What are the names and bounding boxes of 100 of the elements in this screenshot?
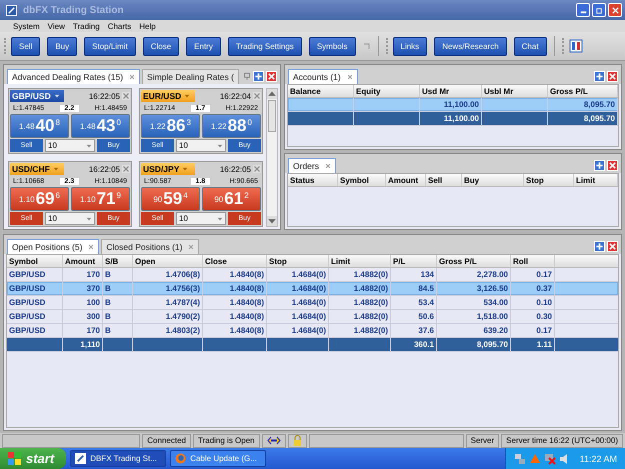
pair-selector[interactable]: GBP/USD [10,90,64,102]
position-row[interactable]: GBP/USD 170 B 1.4706(8) 1.4840(8) 1.4684(0) 1.4882(0) 134 2,278.00 0.17 [7,268,618,282]
toolbar-button[interactable]: Close [142,36,180,56]
scrollbar-thumb[interactable] [268,100,276,132]
close-button[interactable] [607,71,618,82]
menu-item[interactable]: Help [139,22,156,30]
maximize-button[interactable] [594,160,605,171]
tab-close-icon[interactable] [346,74,353,80]
column-header[interactable]: P/L [391,255,437,267]
column-header[interactable]: Status [288,174,338,186]
column-header[interactable]: Close [203,255,267,267]
amount-dropdown[interactable]: 10 [176,139,226,152]
pair-selector[interactable]: USD/JPY [141,163,195,175]
connection-status: Connected [142,434,191,448]
close-icon[interactable] [253,92,261,100]
table-cell: 170 [63,268,103,281]
amount-dropdown[interactable]: 10 [176,212,226,225]
column-header[interactable]: Usd Mr [420,85,482,97]
column-header[interactable]: Balance [288,85,354,97]
tab-close-icon[interactable] [129,74,136,80]
table-cell: 37.6 [391,324,437,337]
taskbar-button[interactable]: Cable Update (G... [170,450,266,467]
maximize-button[interactable] [594,241,605,252]
panel-tab[interactable]: Accounts (1) [288,69,358,84]
panel-tab[interactable]: Advanced Dealing Rates (15) [7,69,140,84]
tab-close-icon[interactable] [188,244,194,250]
maximize-button[interactable] [594,71,605,82]
account-row[interactable]: 11,100.00 8,095.70 [288,112,618,126]
scroll-down-icon[interactable] [267,216,277,226]
menu-item[interactable]: View [48,22,65,30]
maximize-button[interactable] [253,71,264,82]
pair-selector[interactable]: EUR/USD [141,90,195,102]
close-button[interactable] [607,241,618,252]
toolbar-button[interactable]: News/Research [434,36,507,56]
column-header[interactable]: Stop [524,174,574,186]
column-header[interactable]: Symbol [338,174,386,186]
panel-tab[interactable]: Closed Positions (1) [101,239,200,254]
menu-item[interactable]: System [13,22,40,30]
toolbar-button[interactable]: Buy [47,36,78,56]
layout-icon[interactable] [568,39,583,53]
network-icon[interactable] [514,452,526,464]
table-cell: 8,095.70 [548,112,618,125]
column-header[interactable]: Open [133,255,203,267]
pin-icon[interactable] [242,72,251,81]
table-cell: GBP/USD [7,324,63,337]
position-row[interactable]: GBP/USD 100 B 1.4787(4) 1.4840(8) 1.4684(0) 1.4882(0) 53.4 534.00 0.10 [7,296,618,310]
close-icon[interactable] [122,165,130,173]
table-cell: B [103,296,133,309]
tab-close-icon[interactable] [324,163,331,169]
overflow-icon[interactable] [362,42,370,50]
taskbar-button[interactable]: DBFX Trading St... [70,450,166,467]
amount-dropdown[interactable]: 10 [45,139,95,152]
position-row[interactable]: GBP/USD 170 B 1.4803(2) 1.4840(8) 1.4684(0) 1.4882(0) 37.6 639.20 0.17 [7,324,618,338]
account-row[interactable]: 11,100.00 8,095.70 [288,98,618,112]
column-header[interactable]: Roll [511,255,555,267]
close-button[interactable] [266,71,277,82]
column-header[interactable]: Usbl Mr [482,85,548,97]
column-header[interactable]: Buy [462,174,524,186]
toolbar-button[interactable]: Entry [186,36,221,56]
column-header[interactable]: Sell [426,174,462,186]
column-header[interactable]: Limit [329,255,391,267]
minimize-button[interactable] [576,3,590,17]
dropdown-icon [86,216,94,222]
close-button[interactable] [608,3,622,17]
restore-button[interactable] [592,3,606,17]
toolbar-button[interactable]: Sell [11,36,40,56]
column-header[interactable]: Limit [574,174,618,186]
column-header[interactable]: Amount [63,255,103,267]
tab-close-icon[interactable] [88,244,94,250]
toolbar-button[interactable]: Stop/Limit [84,36,136,56]
menu-item[interactable]: Trading [72,22,100,30]
scrollbar[interactable] [266,88,278,227]
toolbar-button[interactable]: Symbols [308,36,356,56]
panel-tab[interactable]: Open Positions (5) [7,239,100,254]
panel-tab[interactable]: Orders [288,158,336,173]
column-header[interactable]: Symbol [7,255,63,267]
position-row[interactable]: GBP/USD 370 B 1.4756(3) 1.4840(8) 1.4684(0) 1.4882(0) 84.5 3,126.50 0.37 [7,282,618,296]
column-header[interactable]: S/B [103,255,133,267]
close-icon[interactable] [253,165,261,173]
position-row[interactable]: GBP/USD 300 B 1.4790(2) 1.4840(8) 1.4684(0) 1.4882(0) 50.6 1,518.00 0.30 [7,310,618,324]
column-header[interactable]: Stop [267,255,329,267]
close-button[interactable] [607,160,618,171]
column-header[interactable]: Amount [386,174,426,186]
network-error-icon[interactable] [544,452,556,464]
column-header[interactable]: Equity [354,85,420,97]
panel-tab[interactable]: Simple Dealing Rates ( [142,69,239,84]
toolbar-button[interactable]: Chat [514,36,547,56]
toolbar-button[interactable]: Links [392,36,428,56]
amount-dropdown[interactable]: 10 [45,212,95,225]
column-header[interactable]: Gross P/L [548,85,618,97]
close-icon[interactable] [122,92,130,100]
quote-time: 16:22:04 [218,92,251,100]
table-cell: 11,100.00 [420,112,482,125]
scroll-up-icon[interactable] [267,89,277,99]
column-header[interactable]: Gross P/L [437,255,511,267]
pair-selector[interactable]: USD/CHF [10,163,64,175]
trading-status: Trading is Open [192,434,260,448]
menu-item[interactable]: Charts [108,22,132,30]
close-icon [610,6,620,14]
toolbar-button[interactable]: Trading Settings [228,36,302,56]
